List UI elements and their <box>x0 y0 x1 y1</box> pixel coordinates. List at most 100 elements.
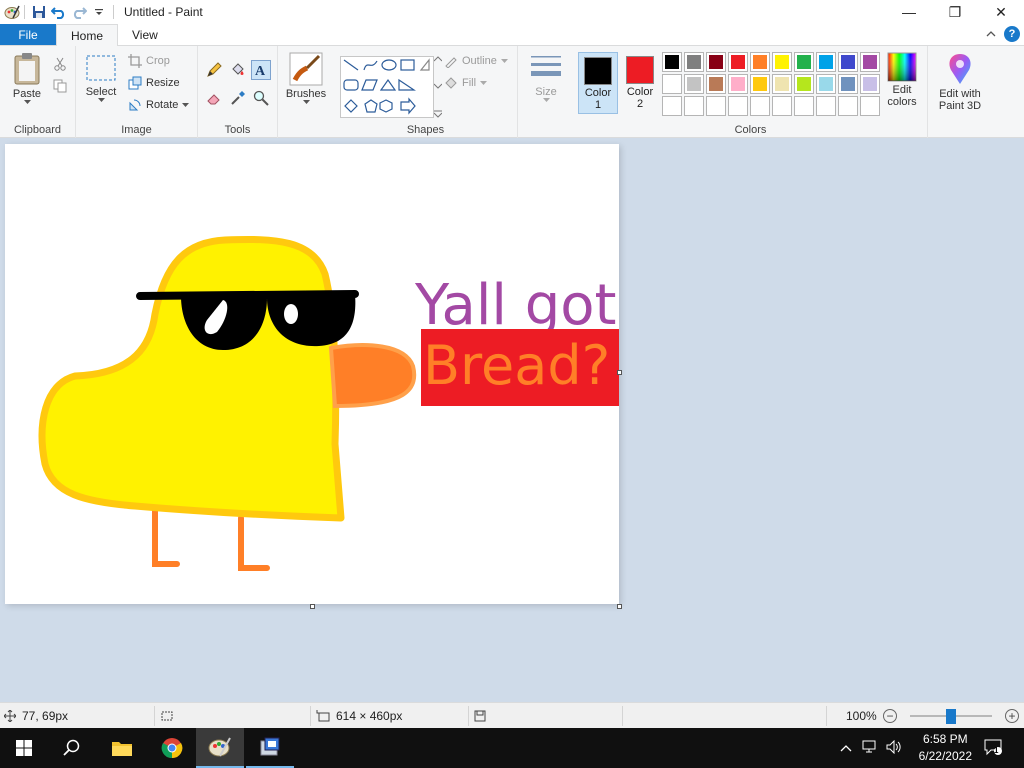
palette-swatch[interactable] <box>684 74 704 94</box>
palette-swatch[interactable] <box>706 52 726 72</box>
palette-swatch-empty[interactable] <box>794 96 814 116</box>
paint-icon <box>208 737 231 757</box>
tab-home[interactable]: Home <box>56 24 119 46</box>
palette-swatch-empty[interactable] <box>684 96 704 116</box>
palette-swatch[interactable] <box>662 74 682 94</box>
minimize-button[interactable]: — <box>886 0 932 24</box>
undo-icon[interactable] <box>49 2 69 22</box>
zoom-slider-thumb[interactable] <box>946 709 956 724</box>
close-button[interactable]: ✕ <box>978 0 1024 24</box>
volume-icon[interactable] <box>886 739 902 757</box>
maximize-button[interactable]: ❐ <box>932 0 978 24</box>
text-tool-icon[interactable]: A <box>251 60 271 80</box>
outline-button[interactable]: Outline <box>444 54 508 68</box>
palette-swatch-empty[interactable] <box>772 96 792 116</box>
palette-swatch[interactable] <box>838 74 858 94</box>
palette-swatch[interactable] <box>750 52 770 72</box>
tab-view[interactable]: View <box>118 24 172 45</box>
palette-swatch[interactable] <box>860 74 880 94</box>
system-clock[interactable]: 6:58 PM 6/22/2022 <box>919 731 972 765</box>
network-monitor-icon <box>862 740 876 753</box>
title-bar: Untitled - Paint — ❐ ✕ <box>0 0 1024 24</box>
resize-icon <box>128 76 142 90</box>
help-button[interactable]: ? <box>1004 26 1020 42</box>
copy-icon[interactable] <box>50 76 70 96</box>
resize-handle-bottom[interactable] <box>310 604 315 609</box>
color1-selector[interactable]: Color 1 <box>578 52 618 114</box>
show-hidden-icons[interactable] <box>840 740 852 755</box>
collapse-ribbon-icon[interactable] <box>986 27 996 41</box>
save-icon[interactable] <box>29 2 49 22</box>
palette-swatch[interactable] <box>662 52 682 72</box>
zoom-out-button[interactable]: − <box>883 709 897 723</box>
taskbar-chrome[interactable] <box>148 728 196 768</box>
dropdown-arrow-icon <box>23 100 31 104</box>
redo-icon[interactable] <box>69 2 89 22</box>
palette-swatch[interactable] <box>860 52 880 72</box>
palette-swatch[interactable] <box>750 74 770 94</box>
drawing-canvas[interactable]: Yall got Bread? <box>5 144 619 604</box>
separator <box>622 706 623 726</box>
notifications-button[interactable]: 1 <box>984 738 1002 759</box>
zoom-in-button[interactable]: + <box>1005 709 1019 723</box>
search-button[interactable] <box>48 728 96 768</box>
magnifier-icon[interactable] <box>251 88 271 108</box>
fill-button[interactable]: Fill <box>444 76 488 90</box>
taskbar-paint[interactable] <box>196 728 244 768</box>
image-group-label: Image <box>121 124 152 136</box>
palette-swatch[interactable] <box>772 74 792 94</box>
palette-swatch-empty[interactable] <box>728 96 748 116</box>
resize-handle-right[interactable] <box>617 370 622 375</box>
palette-swatch[interactable] <box>816 74 836 94</box>
paste-button[interactable]: Paste <box>8 52 46 105</box>
color-picker-icon[interactable] <box>228 88 248 108</box>
edit-with-paint3d-button[interactable]: Edit with Paint 3D <box>932 52 988 112</box>
palette-swatch[interactable] <box>684 52 704 72</box>
shapes-gallery[interactable] <box>340 56 434 118</box>
palette-swatch[interactable] <box>706 74 726 94</box>
selection-size <box>160 703 180 729</box>
palette-swatch-empty[interactable] <box>706 96 726 116</box>
palette-swatch-empty[interactable] <box>662 96 682 116</box>
cut-icon[interactable] <box>50 54 70 74</box>
palette-swatch[interactable] <box>816 52 836 72</box>
color2-selector[interactable]: Color 2 <box>620 52 660 114</box>
tools-group: A Tools <box>198 46 278 138</box>
resize-handle-corner[interactable] <box>617 604 622 609</box>
customize-quick-access-icon[interactable] <box>89 2 109 22</box>
pencil-icon[interactable] <box>204 60 224 80</box>
palette-swatch[interactable] <box>728 52 748 72</box>
resize-button[interactable]: Resize <box>128 76 180 90</box>
palette-swatch[interactable] <box>794 52 814 72</box>
palette-swatch[interactable] <box>838 52 858 72</box>
palette-swatch-empty[interactable] <box>838 96 858 116</box>
brushes-button[interactable]: Brushes <box>284 52 328 105</box>
palette-swatch[interactable] <box>728 74 748 94</box>
start-button[interactable] <box>0 728 48 768</box>
fill-bucket-icon[interactable] <box>228 60 248 80</box>
status-bar: 77, 69px 614 × 460px 100% − + <box>0 702 1024 728</box>
clipboard-group: Paste Clipboard <box>0 46 76 138</box>
rotate-button[interactable]: Rotate <box>128 98 190 112</box>
taskbar-file-explorer[interactable] <box>98 728 146 768</box>
paint-app-icon[interactable] <box>4 4 20 20</box>
shapes-group: Outline Fill Shapes <box>334 46 518 138</box>
size-button[interactable]: Size <box>526 54 566 103</box>
palette-swatch-empty[interactable] <box>860 96 880 116</box>
edit-colors-button[interactable]: Edit colors <box>880 52 924 108</box>
eraser-icon[interactable] <box>204 88 224 108</box>
palette-swatch-empty[interactable] <box>750 96 770 116</box>
tab-file[interactable]: File <box>0 24 56 45</box>
palette-swatch[interactable] <box>772 52 792 72</box>
rotate-label: Rotate <box>146 99 179 111</box>
shapes-scroll[interactable] <box>434 56 444 118</box>
dropdown-arrow-icon <box>302 100 310 104</box>
palette-swatch[interactable] <box>794 74 814 94</box>
crop-button[interactable]: Crop <box>128 54 170 68</box>
palette-swatch-empty[interactable] <box>816 96 836 116</box>
palette-swatch-color <box>665 55 679 69</box>
network-icon[interactable] <box>862 740 878 757</box>
palette-swatch-color <box>687 55 701 69</box>
taskbar-app[interactable] <box>246 728 294 768</box>
select-button[interactable]: Select <box>84 54 118 103</box>
